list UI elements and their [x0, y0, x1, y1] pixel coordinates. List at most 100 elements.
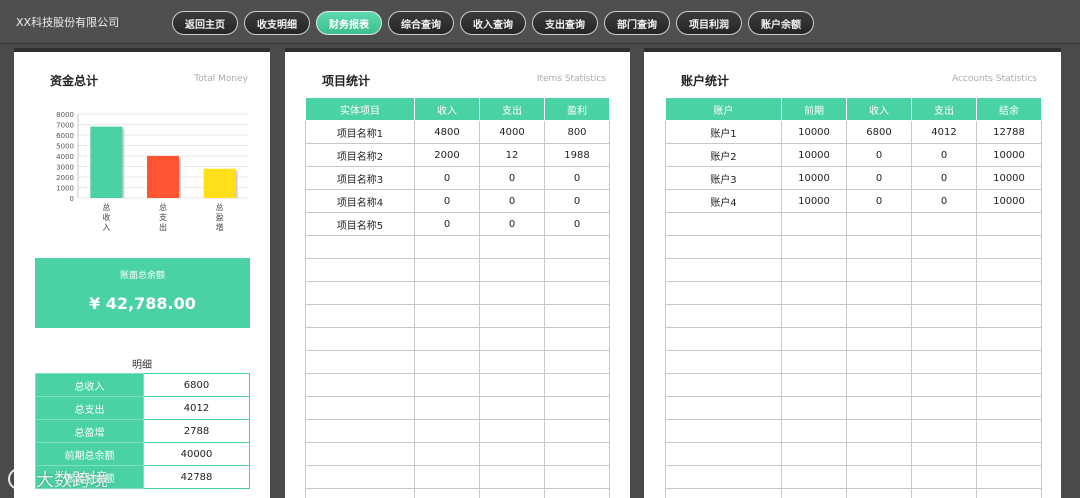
table-cell	[911, 396, 977, 420]
table-cell: 0	[846, 166, 912, 190]
table-cell: 账户4	[665, 189, 782, 213]
y-tick-label: 3000	[56, 164, 74, 172]
empty-row	[305, 465, 610, 489]
table-cell	[544, 488, 610, 498]
table-cell	[479, 304, 545, 328]
table-cell	[781, 465, 847, 489]
table-cell	[414, 281, 480, 305]
table-cell	[781, 327, 847, 351]
table-cell	[846, 212, 912, 236]
table-cell	[414, 488, 480, 498]
empty-row	[665, 419, 1042, 443]
funds-title: 资金总计	[50, 74, 99, 88]
table-cell: 0	[846, 143, 912, 167]
accounts-subtitle: Accounts Statistics	[951, 74, 1037, 84]
table-cell: 项目名称5	[305, 212, 415, 236]
table-cell	[781, 281, 847, 305]
column-header[interactable]: 收入	[414, 97, 480, 121]
empty-row	[305, 281, 610, 305]
column-header[interactable]: 盈利	[544, 97, 610, 121]
table-cell	[911, 465, 977, 489]
table-cell: 0	[414, 212, 480, 236]
bar	[90, 126, 123, 198]
table-row: 账户4 10000 0 0 10000	[665, 189, 1042, 213]
table-cell: 账户2	[665, 143, 782, 167]
table-cell	[544, 350, 610, 374]
empty-row	[305, 327, 610, 351]
table-cell: 12788	[976, 120, 1042, 144]
table-cell	[479, 350, 545, 374]
table-cell	[665, 488, 782, 498]
nav-general-query-button[interactable]: 综合查询	[388, 11, 454, 35]
nav-project-profit-button[interactable]: 项目利润	[676, 11, 742, 35]
nav-income-expense-detail-button[interactable]: 收支明细	[244, 11, 310, 35]
column-header[interactable]: 结余	[976, 97, 1042, 121]
table-cell	[976, 304, 1042, 328]
table-cell: 0	[846, 189, 912, 213]
svg-text:出: 出	[159, 222, 167, 232]
column-header[interactable]: 支出	[479, 97, 545, 121]
table-cell: 0	[414, 166, 480, 190]
nav-financial-report-button[interactable]: 财务报表	[316, 11, 382, 35]
empty-row	[665, 258, 1042, 282]
column-header[interactable]: 收入	[846, 97, 912, 121]
table-cell	[976, 396, 1042, 420]
empty-row	[305, 419, 610, 443]
x-tick-label: 总支出	[159, 202, 167, 232]
column-header[interactable]: 支出	[911, 97, 977, 121]
table-cell	[665, 350, 782, 374]
table-cell: 10000	[976, 189, 1042, 213]
table-cell	[544, 442, 610, 466]
table-cell	[911, 212, 977, 236]
empty-row	[305, 304, 610, 328]
table-cell	[479, 488, 545, 498]
table-cell	[414, 350, 480, 374]
detail-row: 总支出 4012	[35, 396, 250, 420]
main-nav: 返回主页 收支明细 财务报表 综合查询 收入查询 支出查询 部门查询 项目利润 账户余额	[172, 11, 814, 35]
table-cell	[911, 258, 977, 282]
nav-department-query-button[interactable]: 部门查询	[604, 11, 670, 35]
y-tick-label: 2000	[56, 174, 74, 182]
table-cell: 10000	[976, 143, 1042, 167]
empty-row	[305, 350, 610, 374]
table-cell	[665, 327, 782, 351]
column-header[interactable]: 实体项目	[305, 97, 415, 121]
table-cell	[781, 419, 847, 443]
table-cell	[911, 304, 977, 328]
table-cell: 12	[479, 143, 545, 167]
nav-account-balance-button[interactable]: 账户余额	[748, 11, 814, 35]
empty-row	[305, 488, 610, 498]
column-header[interactable]: 前期	[781, 97, 847, 121]
funds-panel: 资金总计 Total Money 0 1000 2000 3000 4000 5000 60…	[14, 48, 270, 498]
svg-text:总: 总	[102, 202, 110, 212]
accounts-title: 账户统计	[681, 74, 730, 88]
table-header-row: 实体项目 收入 支出 盈利	[305, 97, 610, 121]
detail-key: 前期总余额	[35, 442, 144, 466]
table-cell	[544, 419, 610, 443]
y-tick-label: 0	[70, 195, 74, 203]
table-cell	[781, 304, 847, 328]
table-cell	[479, 465, 545, 489]
table-cell	[305, 258, 415, 282]
table-cell	[544, 465, 610, 489]
table-cell	[781, 212, 847, 236]
table-cell	[414, 442, 480, 466]
table-cell: 0	[911, 189, 977, 213]
table-row: 项目名称2 2000 12 1988	[305, 143, 610, 167]
table-cell	[479, 442, 545, 466]
y-tick-label: 8000	[56, 111, 74, 119]
table-cell	[479, 235, 545, 259]
table-cell	[846, 235, 912, 259]
empty-row	[305, 442, 610, 466]
table-cell	[911, 442, 977, 466]
table-cell	[846, 327, 912, 351]
table-cell	[976, 281, 1042, 305]
nav-home-button[interactable]: 返回主页	[172, 11, 238, 35]
y-tick-label: 1000	[56, 185, 74, 193]
table-cell	[846, 442, 912, 466]
empty-row	[305, 235, 610, 259]
nav-income-query-button[interactable]: 收入查询	[460, 11, 526, 35]
table-row: 账户2 10000 0 0 10000	[665, 143, 1042, 167]
column-header[interactable]: 账户	[665, 97, 782, 121]
nav-expense-query-button[interactable]: 支出查询	[532, 11, 598, 35]
